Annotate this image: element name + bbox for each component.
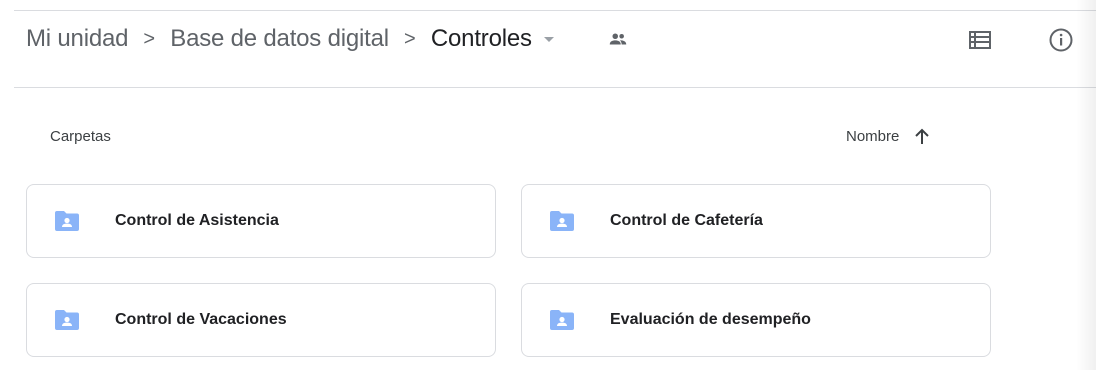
breadcrumb: Mi unidad > Base de datos digital > Cont… [26,24,630,54]
folder-card-control-de-vacaciones[interactable]: Control de Vacaciones [26,283,496,357]
breadcrumb-separator: > [404,27,416,50]
shared-folder-icon [549,210,575,232]
folder-name: Evaluación de desempeño [610,311,811,328]
breadcrumb-base-de-datos[interactable]: Base de datos digital [170,25,389,53]
folder-card-control-de-asistencia[interactable]: Control de Asistencia [26,184,496,258]
breadcrumb-my-drive[interactable]: Mi unidad [26,25,128,53]
info-icon[interactable] [1047,26,1075,54]
sort-label: Nombre [846,127,900,145]
folder-card-evaluacion-de-desempeno[interactable]: Evaluación de desempeño [521,283,991,357]
section-label-folders: Carpetas [50,128,111,145]
breadcrumb-separator: > [143,27,156,50]
shared-folder-icon [54,309,80,331]
arrow-drop-down-icon[interactable] [542,32,556,46]
shared-folder-icon [549,309,575,331]
shared-folder-icon [54,210,80,232]
folder-card-control-de-cafeteria[interactable]: Control de Cafetería [521,184,991,258]
drive-folder-view: Mi unidad > Base de datos digital > Cont… [0,0,1096,370]
sort-by-name-button[interactable]: Nombre [846,124,931,148]
folder-name: Control de Asistencia [115,212,279,229]
list-view-icon[interactable] [966,26,994,54]
people-icon [606,27,630,51]
scroll-shadow [1076,0,1096,370]
folder-name: Control de Vacaciones [115,311,287,328]
arrow-up-icon[interactable] [913,127,931,145]
breadcrumb-current-folder[interactable]: Controles [431,25,532,53]
folder-name: Control de Cafetería [610,212,763,229]
